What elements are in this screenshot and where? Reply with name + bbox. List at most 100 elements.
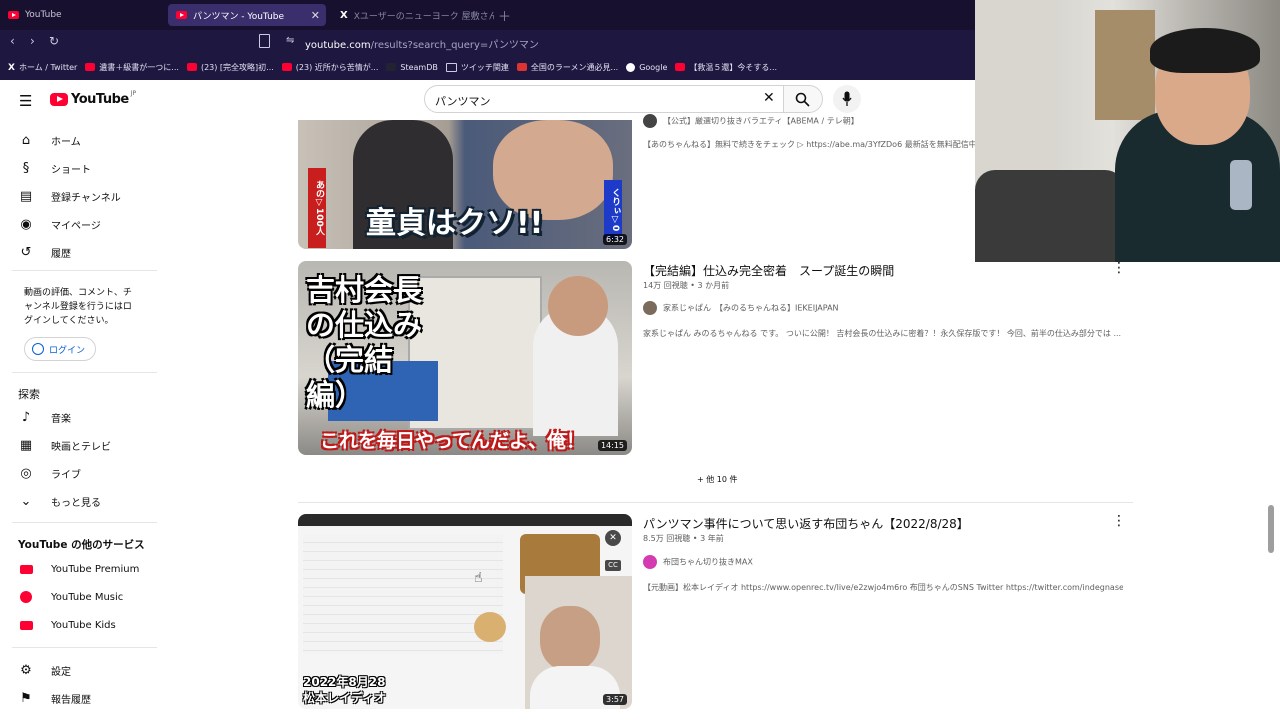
- login-button[interactable]: ログイン: [24, 337, 96, 361]
- music-icon: ♪: [21, 409, 31, 425]
- bookmark-item[interactable]: (23) [完全攻略]初...: [186, 62, 274, 73]
- divider: [12, 372, 157, 373]
- video-thumbnail[interactable]: 吉村会長の仕込み（完結編） これを毎日やってんだよ、俺！ 14:15: [298, 261, 632, 455]
- bookmark-label: SteamDB: [400, 62, 438, 72]
- back-icon[interactable]: ‹: [10, 34, 15, 48]
- video-description: 【元動画】松本レイディオ https://www.openrec.tv/live…: [643, 583, 1123, 592]
- bookmark-label: (23) [完全攻略]初...: [200, 62, 274, 72]
- browser-tab-youtube[interactable]: YouTube: [0, 4, 165, 26]
- reload-icon[interactable]: ↻: [49, 34, 59, 48]
- sidebar-item-label: YouTube Music: [51, 591, 124, 603]
- sidebar-item-subscriptions[interactable]: ▤ 登録チャンネル: [18, 188, 121, 204]
- bookmark-icon[interactable]: [259, 34, 270, 48]
- channel-name: 【公式】厳選切り抜きバラエティ【ABEMA / テレ朝】: [663, 116, 859, 126]
- cursor-icon: ☝: [474, 570, 483, 586]
- upload-age: 3 か月前: [697, 281, 730, 290]
- video-channel[interactable]: 家系じゃぱん 【みのるちゃんねる】IEKEIJAPAN: [643, 301, 839, 315]
- youtube-icon: [281, 63, 292, 71]
- sidebar-item-label: 設定: [51, 666, 71, 678]
- more-results-link[interactable]: + 他 10 件: [697, 474, 738, 485]
- more-options-icon[interactable]: ⋮: [1112, 513, 1126, 529]
- close-preview-icon[interactable]: ✕: [605, 530, 621, 546]
- logo-region: JP: [130, 90, 137, 97]
- search-input[interactable]: パンツマン ✕: [424, 85, 784, 113]
- more-options-icon[interactable]: ⋮: [1112, 260, 1126, 276]
- sidebar-item-music-app[interactable]: YouTube Music: [18, 589, 123, 605]
- sidebar-item-kids[interactable]: YouTube Kids: [18, 617, 116, 633]
- bookmark-item[interactable]: 遺書＋級書が一つに...: [85, 62, 179, 73]
- sidebar-item-home[interactable]: ⌂ ホーム: [18, 132, 81, 148]
- video-title[interactable]: 【完結編】仕込み完全密着 スープ誕生の瞬間: [643, 262, 894, 279]
- video-duration: 3:57: [603, 694, 627, 705]
- bookmark-label: 遺書＋級書が一つに...: [99, 62, 179, 72]
- sidebar-item-history[interactable]: ↺ 履歴: [18, 244, 71, 260]
- signin-prompt: 動画の評価、コメント、チ ャンネル登録を行うにはロ グインしてください。: [24, 286, 149, 328]
- clear-search-icon[interactable]: ✕: [763, 90, 775, 106]
- bookmark-twitter[interactable]: X ホーム / Twitter: [8, 62, 78, 74]
- youtube-premium-icon: [18, 561, 34, 577]
- person-hair: [1150, 28, 1260, 73]
- video-description: 【あのちゃんねる】無料で続きをチェック ▷ https://abe.ma/3Yf…: [643, 140, 975, 149]
- video-title[interactable]: パンツマン事件について思い返す布団ちゃん【2022/8/28】: [643, 515, 969, 532]
- search-button[interactable]: [783, 85, 823, 113]
- chair: [975, 170, 1125, 262]
- home-icon: ⌂: [21, 132, 31, 148]
- avatar: [643, 301, 657, 315]
- url-domain: youtube.com: [305, 40, 371, 51]
- sidebar-item-label: 報告履歴: [51, 694, 91, 706]
- sidebar-item-label: 映画とテレビ: [51, 441, 111, 453]
- close-tab-icon[interactable]: ✕: [311, 9, 320, 22]
- youtube-icon: [186, 63, 197, 71]
- thumb-topbar: [298, 514, 632, 526]
- search-icon: [795, 92, 810, 107]
- youtube-icon: [675, 63, 686, 71]
- sidebar-item-you[interactable]: ◉ マイページ: [18, 216, 100, 232]
- browser-tab-x[interactable]: X Xユーザーのニューヨーク 屋敷さん: 「パンツ: [332, 4, 494, 26]
- bookmark-label: ホーム / Twitter: [18, 62, 78, 72]
- voice-search-button[interactable]: [833, 85, 861, 113]
- explore-heading: 探索: [18, 388, 40, 401]
- thumb-face: [548, 276, 608, 336]
- bookmark-item[interactable]: 【救温５還】今そする...: [675, 62, 777, 73]
- video-channel[interactable]: 【公式】厳選切り抜きバラエティ【ABEMA / テレ朝】: [643, 114, 859, 128]
- bookmark-folder[interactable]: ツイッチ関連: [445, 62, 509, 73]
- page-scrollbar[interactable]: [1268, 505, 1274, 553]
- thumb-caption: これを毎日やってんだよ、俺！: [320, 430, 586, 452]
- sidebar-item-show-more[interactable]: ⌄ もっと見る: [18, 493, 101, 509]
- sidebar-item-premium[interactable]: YouTube Premium: [18, 561, 139, 577]
- forward-icon[interactable]: ›: [30, 34, 35, 48]
- sidebar-item-movies[interactable]: ▦ 映画とテレビ: [18, 437, 111, 453]
- video-thumbnail[interactable]: あの▽100人 くりぃ▽0 童貞はクソ!! 6:32: [298, 120, 632, 249]
- sidebar-item-label: YouTube Premium: [51, 563, 140, 575]
- bookmark-steamdb[interactable]: SteamDB: [386, 62, 438, 72]
- channel-name: 家系じゃぱん 【みのるちゃんねる】IEKEIJAPAN: [663, 303, 839, 313]
- sidebar-item-settings[interactable]: ⚙ 設定: [18, 662, 71, 678]
- bookmark-item[interactable]: 全国のラーメン通必見...: [516, 62, 618, 73]
- sidebar-item-report-history[interactable]: ⚑ 報告履歴: [18, 690, 91, 706]
- sidebar-item-label: 音楽: [51, 413, 71, 425]
- bookmark-icon: [85, 63, 96, 71]
- new-tab-button[interactable]: ＋: [498, 4, 514, 26]
- menu-icon[interactable]: ☰: [19, 92, 32, 110]
- sidebar-item-shorts[interactable]: § ショート: [18, 160, 91, 176]
- chevron-down-icon: ⌄: [20, 493, 32, 509]
- video-stats: 8.5万 回視聴 • 3 年前: [643, 534, 724, 543]
- sidebar-item-label: ショート: [51, 164, 91, 176]
- divider: [12, 522, 157, 523]
- divider: [298, 502, 1133, 503]
- browser-tab-active[interactable]: パンツマン - YouTube ✕: [168, 4, 326, 26]
- url-field[interactable]: youtube.com/results?search_query=パンツマン: [305, 36, 539, 51]
- youtube-logo[interactable]: YouTube JP: [50, 90, 137, 107]
- signin-prompt-line: ャンネル登録を行うにはロ: [24, 302, 132, 312]
- logo-text: YouTube: [71, 92, 129, 107]
- video-channel[interactable]: 布団ちゃん切り抜きMAX: [643, 555, 753, 569]
- bookmark-item[interactable]: (23) 近所から苦情が...: [281, 62, 378, 73]
- sidebar-item-live[interactable]: ◎ ライブ: [18, 465, 81, 481]
- bookmark-google[interactable]: Google: [626, 62, 667, 72]
- sidebar-item-label: もっと見る: [51, 497, 101, 509]
- video-thumbnail[interactable]: 2022年8月28 松本レイディオ CC ✕ 3:57: [298, 514, 632, 709]
- sidebar-item-music[interactable]: ♪ 音楽: [18, 409, 71, 425]
- shorts-icon: §: [22, 160, 30, 176]
- site-info-icon[interactable]: ⇋: [286, 35, 294, 46]
- url-path: /results?search_query=パンツマン: [370, 40, 539, 51]
